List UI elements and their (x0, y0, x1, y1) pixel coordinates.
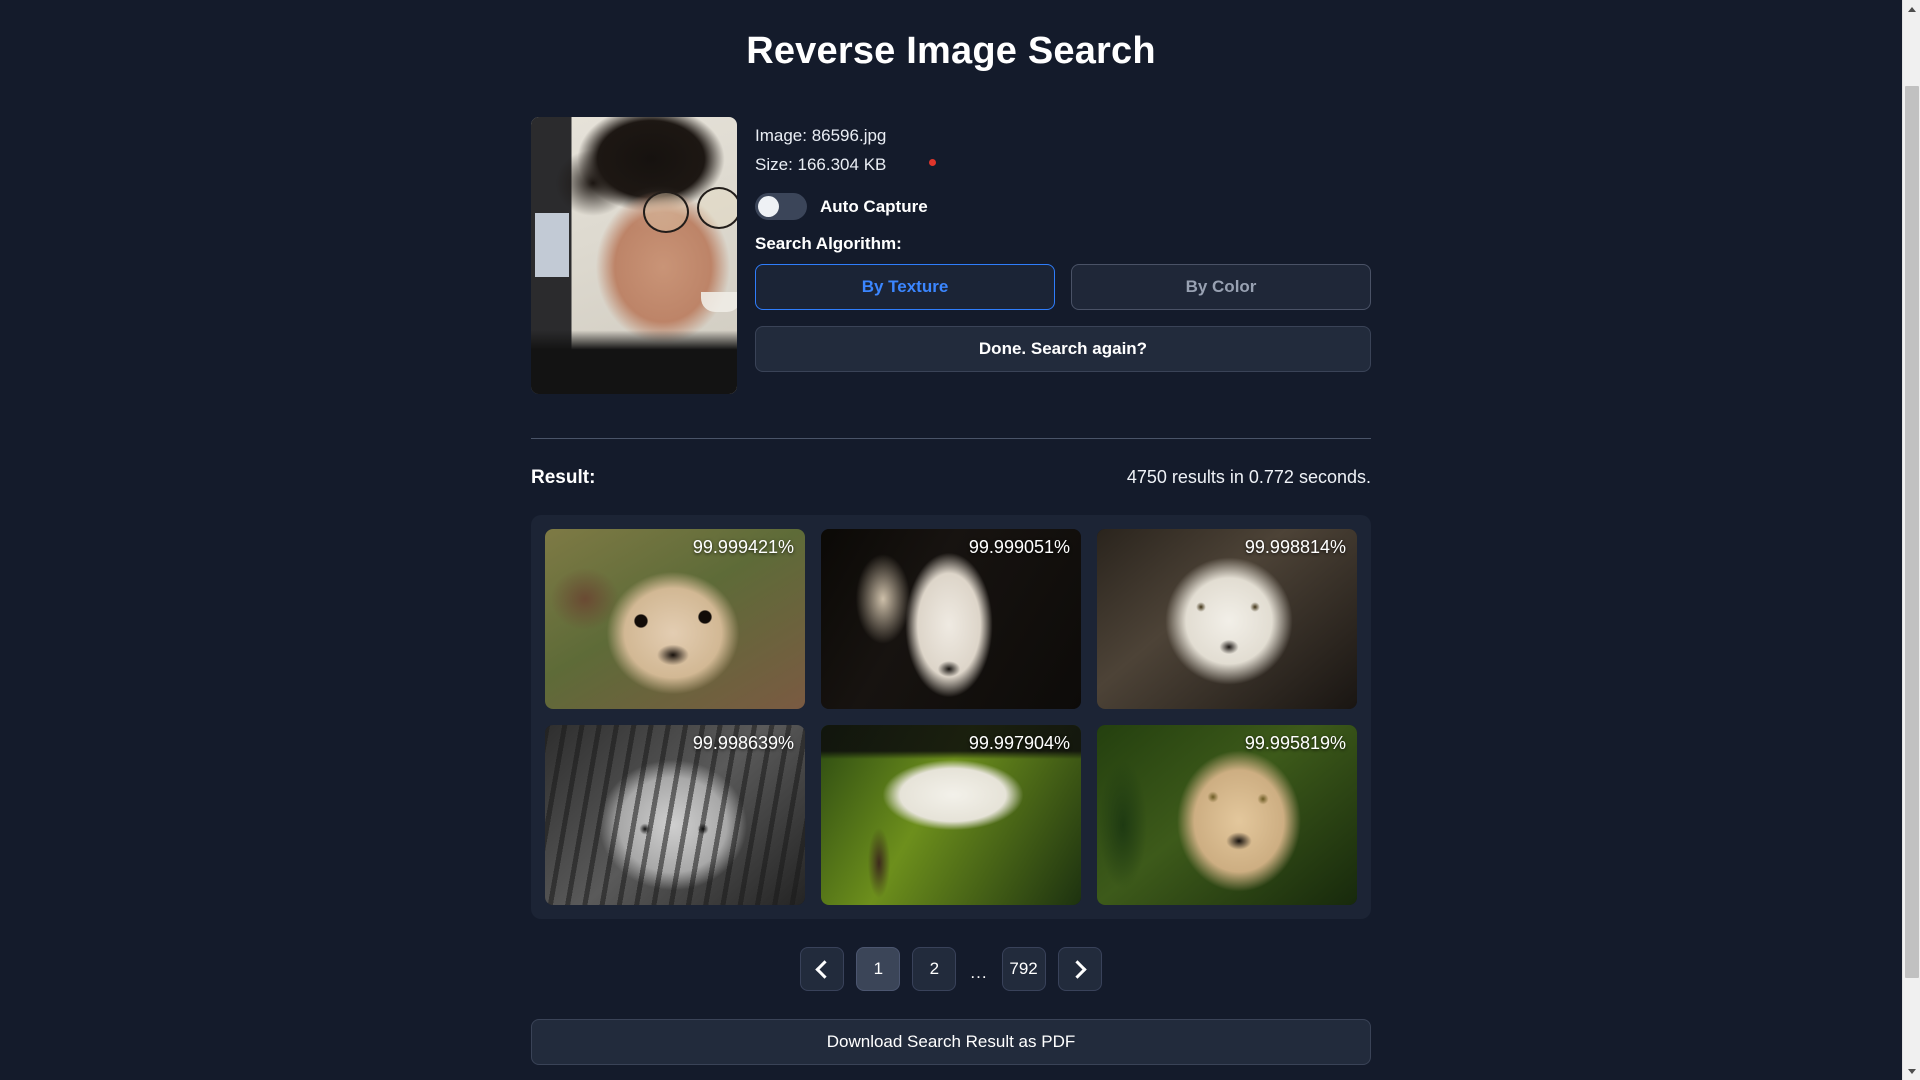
next-page-button[interactable] (1057, 947, 1102, 991)
background-screen (535, 213, 569, 277)
pagination: 1 2 ... 792 (531, 947, 1371, 991)
result-match-percent: 99.999051% (968, 537, 1070, 557)
pagination-ellipsis: ... (970, 963, 988, 982)
previous-page-button[interactable] (800, 947, 845, 991)
by-texture-button[interactable]: By Texture (755, 264, 1055, 310)
result-match-percent: 99.999421% (692, 537, 794, 557)
content-column: Image: 86596.jpg Size: 166.304 KB Auto C… (531, 117, 1371, 1065)
smile-teeth (701, 292, 737, 312)
download-pdf-button[interactable]: Download Search Result as PDF (531, 1019, 1371, 1065)
result-match-percent: 99.998814% (1244, 537, 1346, 557)
result-match-percent: 99.998639% (692, 733, 794, 753)
page-content: Reverse Image Search Image: 86596.jpg Si… (0, 0, 1902, 1065)
result-card[interactable]: 99.995819% (1097, 725, 1357, 905)
result-card[interactable]: 99.998814% (1097, 529, 1357, 709)
scrollbar-thumb[interactable] (1905, 86, 1919, 978)
chevron-right-icon (1068, 959, 1087, 979)
result-match-percent: 99.997904% (968, 733, 1070, 753)
vertical-scrollbar[interactable] (1902, 0, 1920, 1080)
upload-panel: Image: 86596.jpg Size: 166.304 KB Auto C… (531, 117, 1371, 394)
uploaded-image-preview[interactable] (531, 117, 737, 394)
scroll-down-button[interactable] (1903, 1062, 1920, 1080)
page-title: Reverse Image Search (746, 30, 1156, 72)
status-indicator-dot (929, 159, 936, 166)
search-algorithm-label: Search Algorithm: (755, 234, 902, 253)
auto-capture-toggle[interactable] (755, 193, 807, 220)
scroll-up-button[interactable] (1903, 0, 1920, 18)
results-grid: 99.999421% 99.999051% 99.998814% 99.9986… (531, 515, 1371, 919)
auto-capture-row: Auto Capture (755, 193, 1371, 220)
result-card[interactable]: 99.999051% (821, 529, 1081, 709)
result-card[interactable]: 99.999421% (545, 529, 805, 709)
section-divider (531, 438, 1371, 439)
triangle-down-icon (1908, 1068, 1916, 1074)
result-match-percent: 99.995819% (1244, 733, 1346, 753)
page-button-1[interactable]: 1 (856, 947, 901, 991)
result-title: Result: (531, 467, 596, 488)
result-header: Result: 4750 results in 0.772 seconds. (531, 467, 1371, 489)
toggle-knob (758, 196, 779, 217)
auto-capture-label: Auto Capture (820, 196, 928, 216)
page-button-2[interactable]: 2 (912, 947, 957, 991)
chevron-left-icon (815, 959, 834, 979)
image-size-label: Size: 166.304 KB (755, 155, 887, 174)
result-card[interactable]: 99.997904% (821, 725, 1081, 905)
by-color-button[interactable]: By Color (1071, 264, 1371, 310)
result-count-label: 4750 results in 0.772 seconds. (1126, 467, 1371, 487)
browser-viewport: Reverse Image Search Image: 86596.jpg Si… (0, 0, 1902, 1080)
image-info-column: Image: 86596.jpg Size: 166.304 KB Auto C… (755, 117, 1371, 372)
page-button-last[interactable]: 792 (1001, 947, 1046, 991)
image-name-label: Image: 86596.jpg (755, 126, 887, 145)
triangle-up-icon (1908, 6, 1916, 12)
eyeglass-right (697, 187, 737, 229)
algorithm-button-group: By Texture By Color (755, 264, 1371, 310)
eyeglass-left (643, 191, 689, 233)
search-again-button[interactable]: Done. Search again? (755, 326, 1371, 372)
result-card[interactable]: 99.998639% (545, 725, 805, 905)
